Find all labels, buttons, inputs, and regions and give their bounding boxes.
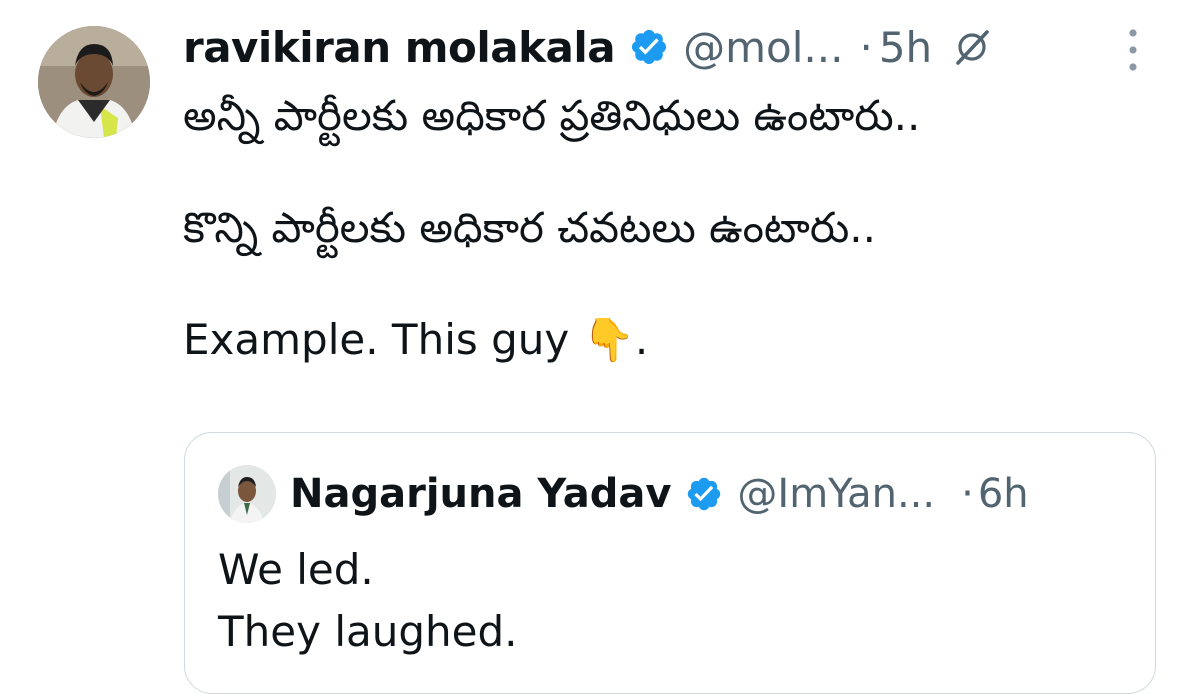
verified-badge-icon (632, 29, 667, 65)
verified-badge-icon (688, 477, 721, 511)
separator-dot: · (859, 22, 873, 72)
author-name[interactable]: ravikiran molakala (183, 23, 616, 72)
quoted-tweet-time[interactable]: 6h (978, 471, 1029, 517)
quoted-author-handle[interactable]: @ImYan... (737, 471, 935, 517)
quoted-avatar[interactable] (218, 465, 276, 523)
more-options-icon[interactable] (1124, 27, 1142, 73)
quoted-tweet-text: We led. They laughed. (218, 545, 518, 656)
tweet-text: అన్నీ పార్టీలకు అధికార ప్రతినిధులు ఉంటార… (183, 91, 921, 364)
author-handle[interactable]: @mol... (683, 23, 843, 72)
tweet-header: ravikiran molakala @mol... · 5h (183, 14, 1083, 80)
avatar[interactable] (38, 26, 150, 138)
quoted-author-name[interactable]: Nagarjuna Yadav (290, 471, 671, 517)
quoted-tweet-card[interactable]: Nagarjuna Yadav @ImYan... · 6h We led. T… (184, 432, 1156, 694)
quoted-separator-dot: · (961, 471, 974, 517)
grok-icon[interactable] (952, 27, 992, 67)
quoted-tweet-header: Nagarjuna Yadav @ImYan... · 6h (218, 461, 1138, 527)
tweet-time[interactable]: 5h (879, 23, 932, 72)
